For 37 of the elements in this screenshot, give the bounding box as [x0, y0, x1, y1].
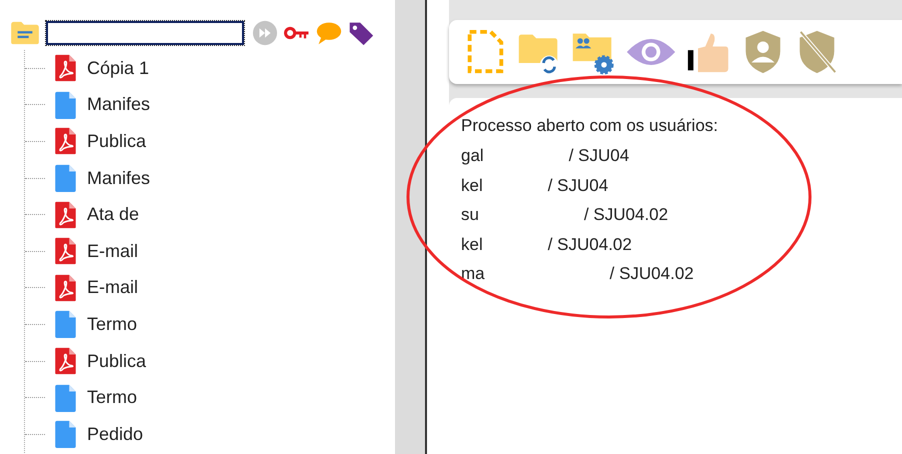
document-icon	[54, 420, 77, 448]
splitter[interactable]	[395, 0, 427, 454]
document-icon	[54, 310, 77, 338]
tree-item[interactable]: Manifes	[87, 94, 150, 116]
user-unit: / SJU04	[548, 176, 608, 196]
pdf-file-icon	[54, 347, 77, 376]
tree-item[interactable]: Termo	[87, 387, 138, 408]
user-unit: / SJU04	[568, 146, 630, 167]
user-name: kel	[461, 176, 483, 196]
user-name: kel	[461, 234, 483, 256]
document-icon	[54, 90, 77, 119]
tree-item[interactable]: E-mail	[87, 240, 138, 262]
tree-item[interactable]: Cópia 1	[87, 58, 150, 79]
tree-item[interactable]: Manifes	[87, 168, 150, 189]
search-field[interactable]	[46, 21, 244, 45]
tree-item[interactable]: Ata de	[87, 204, 140, 226]
tree-item[interactable]: E-mail	[87, 277, 138, 298]
folder-icon[interactable]	[10, 21, 40, 45]
tag-icon[interactable]	[348, 20, 374, 46]
tree-item[interactable]: Termo	[87, 314, 138, 335]
pdf-file-icon	[54, 237, 77, 266]
user-name: gal	[461, 146, 484, 167]
tree-item[interactable]: Publica	[87, 130, 146, 152]
pdf-file-icon	[54, 127, 77, 156]
pdf-file-icon	[54, 274, 77, 302]
document-icon	[54, 164, 77, 192]
user-name: su	[461, 205, 479, 226]
message-heading: Processo aberto com os usuários:	[461, 116, 720, 137]
user-unit: / SJU04.02	[548, 234, 632, 256]
pdf-file-icon	[54, 54, 77, 82]
user-unit: / SJU04.02	[610, 264, 694, 285]
user-name: ma	[461, 264, 485, 285]
pdf-file-icon	[54, 200, 77, 229]
user-unit: / SJU04.02	[584, 205, 668, 226]
document-icon	[54, 384, 77, 412]
tree-item[interactable]: Pedido	[87, 424, 144, 445]
tree-item[interactable]: Publica	[87, 350, 146, 372]
